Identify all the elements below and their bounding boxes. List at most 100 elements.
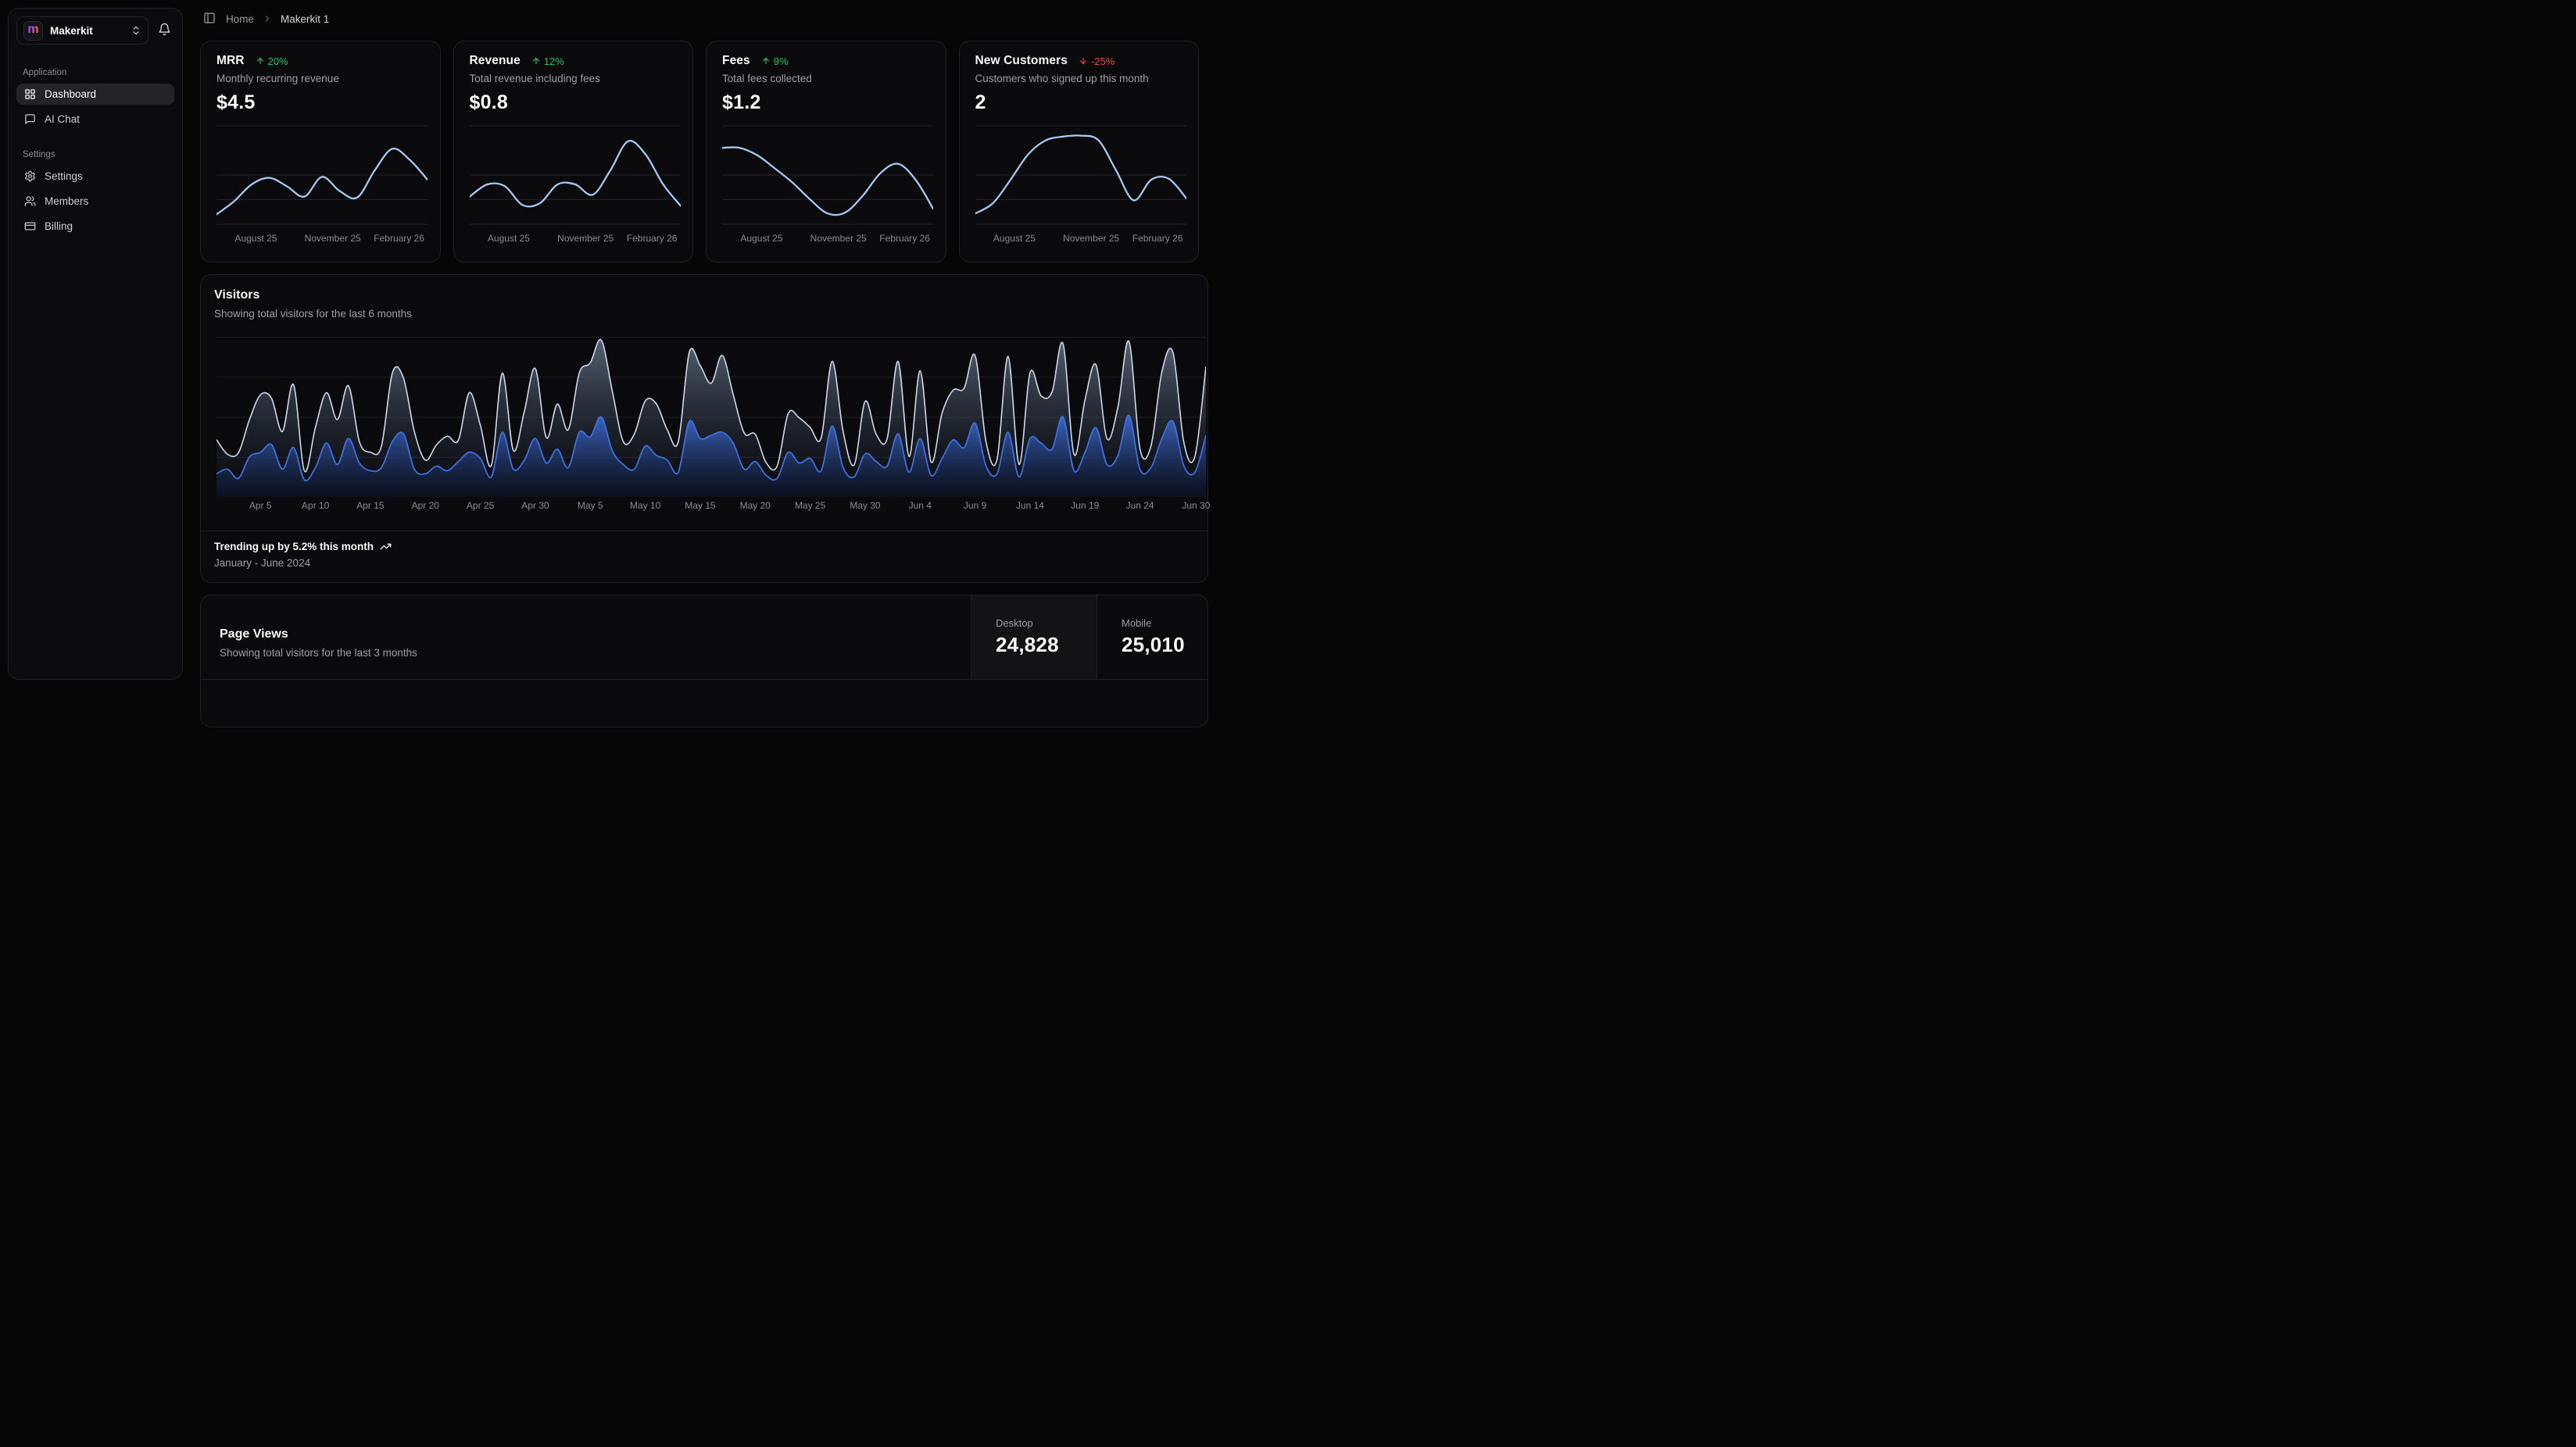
sidebar-item-members[interactable]: Members [16, 191, 174, 212]
sidebar-section-application: Application [23, 68, 168, 77]
workspace-selector[interactable]: m Makerkit [16, 16, 148, 45]
stat-title: Revenue [470, 54, 521, 68]
visitors-x-label: May 25 [795, 500, 825, 511]
page-views-toggles: Desktop 24,828 Mobile 25,010 [971, 595, 1208, 679]
sidebar-item-dashboard[interactable]: Dashboard [16, 84, 174, 105]
visitors-x-label: Apr 10 [302, 500, 329, 511]
visitors-x-label: Apr 15 [356, 500, 384, 511]
sidebar-item-label: Billing [45, 220, 73, 232]
arrow-up-icon [256, 56, 265, 66]
mobile-toggle-button[interactable]: Mobile 25,010 [1097, 595, 1208, 679]
trend-value: 20% [268, 55, 288, 67]
visitors-footer: Trending up by 5.2% this month January -… [201, 531, 1208, 582]
sparkline-chart [216, 125, 424, 225]
arrow-up-icon [531, 56, 541, 66]
sidebar-item-billing[interactable]: Billing [16, 216, 174, 237]
arrow-up-icon [761, 56, 771, 66]
makerkit-logo-letter: m [27, 23, 38, 36]
workspace-row: m Makerkit [16, 16, 174, 45]
visitors-x-label: Apr 20 [412, 500, 439, 511]
visitors-x-axis: Apr 5Apr 10Apr 15Apr 20Apr 25Apr 30May 5… [216, 500, 1206, 513]
stat-cards-row: MRR 20% Monthly recurring revenue $4.5 A… [200, 41, 1199, 263]
visitors-x-label: Jun 4 [909, 500, 932, 511]
topbar: Home Makerkit 1 [192, 0, 1216, 38]
credit-card-icon [24, 220, 36, 232]
visitors-x-label: Apr 25 [467, 500, 494, 511]
trend-badge: 9% [761, 55, 789, 67]
sidebar-item-label: AI Chat [45, 113, 80, 125]
stat-subtitle: Monthly recurring revenue [216, 73, 424, 84]
panel-left-icon [203, 12, 216, 24]
desktop-toggle-button[interactable]: Desktop 24,828 [971, 595, 1097, 679]
sparkline-x-label: November 25 [557, 233, 614, 244]
visitors-title: Visitors [214, 288, 1189, 302]
stat-value: 2 [975, 91, 1183, 114]
chevron-right-icon [263, 14, 272, 23]
chevrons-up-down-icon [131, 25, 141, 36]
stat-title: MRR [216, 54, 245, 68]
sparkline-x-label: February 26 [1132, 233, 1183, 244]
visitors-trend-text: Trending up by 5.2% this month [214, 541, 374, 552]
bell-icon [158, 23, 171, 36]
message-square-icon [24, 113, 36, 125]
sidebar-item-label: Settings [45, 170, 83, 182]
sidebar-item-settings[interactable]: Settings [16, 166, 174, 187]
visitors-area-chart [216, 337, 1206, 497]
visitors-x-label: May 30 [850, 500, 880, 511]
trend-badge: 12% [531, 55, 564, 67]
visitors-x-label: Jun 24 [1126, 500, 1154, 511]
stat-value: $0.8 [470, 91, 678, 114]
visitors-x-label: Jun 14 [1016, 500, 1044, 511]
sparkline-x-axis: August 25 November 25 February 26 [470, 233, 678, 245]
sparkline-x-label: February 26 [627, 233, 678, 244]
breadcrumb-home[interactable]: Home [226, 13, 254, 25]
sparkline-x-label: August 25 [993, 233, 1036, 244]
sparkline-x-axis: August 25November 25February 26 [975, 233, 1183, 245]
trend-value: 9% [774, 55, 789, 67]
gear-icon [24, 170, 36, 182]
visitors-x-label: Apr 5 [249, 500, 272, 511]
visitors-x-label: Jun 19 [1071, 500, 1099, 511]
visitors-date-range: January - June 2024 [214, 557, 1194, 569]
sparkline-x-label: August 25 [234, 233, 277, 244]
workspace-name: Makerkit [50, 25, 93, 37]
arrow-down-icon [1079, 56, 1088, 66]
sparkline-x-label: November 25 [305, 233, 361, 244]
stat-subtitle: Total fees collected [722, 73, 930, 84]
visitors-subtitle: Showing total visitors for the last 6 mo… [214, 308, 1189, 320]
stat-value: $1.2 [722, 91, 930, 114]
sparkline-x-label: November 25 [810, 233, 867, 244]
visitors-x-label: May 10 [630, 500, 660, 511]
sparkline-x-label: February 26 [374, 233, 424, 244]
sidebar-item-label: Members [45, 195, 88, 207]
sidebar-toggle-button[interactable] [202, 10, 217, 28]
sparkline-x-label: August 25 [488, 233, 530, 244]
stat-card-revenue: Revenue 12% Total revenue including fees… [453, 41, 694, 263]
stat-subtitle: Customers who signed up this month [975, 73, 1183, 84]
desktop-toggle-value: 24,828 [996, 633, 1081, 657]
sidebar: m Makerkit Application Dashboard AI Chat… [8, 8, 183, 680]
trend-badge: -25% [1079, 55, 1114, 67]
sidebar-item-ai-chat[interactable]: AI Chat [16, 109, 174, 130]
trend-value: -25% [1091, 55, 1114, 67]
sparkline-x-label: February 26 [879, 233, 930, 244]
visitors-x-label: Jun 9 [964, 500, 986, 511]
stat-subtitle: Total revenue including fees [470, 73, 678, 84]
layout-grid-icon [24, 88, 36, 100]
notifications-button[interactable] [155, 20, 174, 41]
stat-card-mrr: MRR 20% Monthly recurring revenue $4.5 A… [200, 41, 441, 263]
stat-title: New Customers [975, 54, 1068, 68]
visitors-card: Visitors Showing total visitors for the … [200, 274, 1208, 583]
trending-up-icon [380, 541, 392, 552]
trend-value: 12% [544, 55, 564, 67]
sparkline-chart [722, 125, 930, 225]
stat-card-new-customers: New Customers -25% Customers who signed … [959, 41, 1200, 263]
makerkit-logo: m [23, 21, 43, 41]
sparkline-chart [470, 125, 678, 225]
sidebar-item-label: Dashboard [45, 88, 96, 100]
sparkline-x-label: August 25 [740, 233, 782, 244]
stat-title: Fees [722, 54, 750, 68]
visitors-x-label: Apr 30 [521, 500, 549, 511]
visitors-x-label: Jun 30 [1182, 500, 1210, 511]
page-views-card: Page Views Showing total visitors for th… [200, 595, 1208, 727]
